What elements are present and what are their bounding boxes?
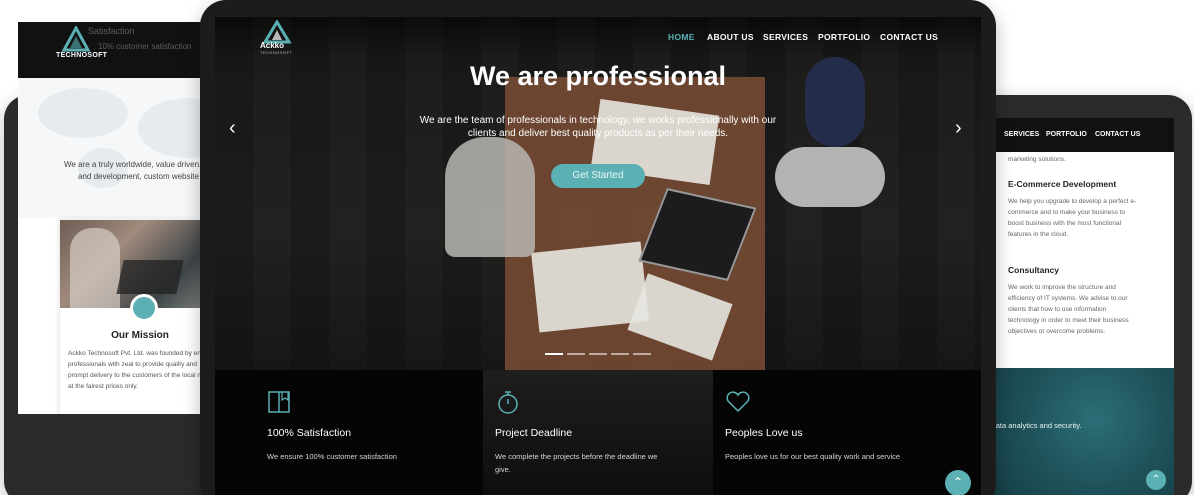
brand-name: Ackko — [260, 41, 285, 50]
service-title-consultancy: Consultancy — [1008, 265, 1060, 275]
hero-subtitle-line2: clients and deliver best quality product… — [467, 128, 729, 139]
chevron-up-icon: ⌃ — [1151, 474, 1161, 485]
nav-services[interactable]: SERVICES — [763, 32, 808, 42]
hero-title: We are professional — [469, 61, 727, 91]
carousel-dot[interactable] — [567, 353, 585, 355]
hero-subtitle-line1: We are the team of professionals in tech… — [419, 115, 777, 126]
right-navbar: US SERVICES PORTFOLIO CONTACT US — [978, 118, 1174, 152]
feature-text: We complete the projects before the dead… — [495, 452, 658, 474]
scroll-top-button[interactable]: ⌃ — [1146, 470, 1166, 490]
brand-sub: TECHNOSOFT — [56, 52, 108, 59]
carousel-indicators — [545, 353, 651, 355]
nav-services[interactable]: SERVICES — [1004, 131, 1039, 138]
carousel-dot[interactable] — [589, 353, 607, 355]
carousel-dot[interactable] — [545, 353, 563, 355]
nav-portfolio[interactable]: PORTFOLIO — [818, 32, 870, 42]
service-text-ecommerce: We help you upgrade to develop a perfect… — [1008, 198, 1137, 238]
feature-title: 100% Satisfaction — [267, 427, 352, 439]
feature-text: Peoples love us for our best quality wor… — [725, 452, 901, 461]
feature-title: Peoples Love us — [725, 427, 803, 439]
left-hero-title: Satisfaction — [88, 26, 135, 36]
nav-contact-us[interactable]: CONTACT US — [1095, 131, 1140, 138]
mission-badge-icon — [130, 294, 158, 322]
carousel-dot[interactable] — [633, 353, 651, 355]
main-navbar: Ackko TECHNOSOFT HOME ABOUT US SERVICES … — [215, 17, 981, 57]
nav-home[interactable]: HOME — [668, 32, 695, 42]
banner-text: ity data analytics and security. — [982, 421, 1082, 430]
feature-deadline: Project Deadline We complete the project… — [483, 370, 713, 495]
service-text-consultancy: We work to improve the structure and eff… — [1008, 284, 1129, 335]
nav-contact-us[interactable]: CONTACT US — [880, 32, 938, 42]
scroll-top-button[interactable]: ⌃ — [945, 470, 971, 495]
feature-title: Project Deadline — [495, 427, 573, 439]
book-icon — [268, 391, 290, 413]
mission-text: Ackko Technosoft Pvt. Ltd. was founded b… — [68, 350, 218, 390]
heart-icon — [726, 391, 750, 413]
nav-portfolio[interactable]: PORTFOLIO — [1046, 131, 1087, 138]
mission-card: Our Mission Ackko Technosoft Pvt. Ltd. w… — [60, 220, 220, 414]
nav-about-us[interactable]: ABOUT US — [707, 32, 754, 42]
intro-text-line2: and development, custom website o — [78, 172, 206, 181]
mission-title: Our Mission — [111, 330, 169, 341]
features-strip: 100% Satisfaction We ensure 100% custome… — [215, 370, 981, 495]
center-monitor-screen: Ackko TECHNOSOFT HOME ABOUT US SERVICES … — [215, 17, 981, 495]
stopwatch-icon — [498, 391, 518, 414]
chevron-up-icon: ⌃ — [952, 475, 964, 489]
teal-banner — [978, 368, 1174, 495]
chevron-left-icon[interactable]: ‹ — [229, 117, 236, 140]
brand-sub: TECHNOSOFT — [260, 50, 293, 55]
service-title-ecommerce: E-Commerce Development — [1008, 179, 1117, 189]
feature-satisfaction: 100% Satisfaction We ensure 100% custome… — [223, 370, 453, 495]
chevron-right-icon[interactable]: › — [955, 117, 962, 140]
left-hero-subtitle: 10% customer satisfaction — [98, 42, 192, 51]
right-top-text: marketing solutions. — [1008, 156, 1066, 163]
get-started-button[interactable]: Get Started — [551, 164, 645, 188]
feature-text: We ensure 100% customer satisfaction — [267, 452, 397, 461]
carousel-dot[interactable] — [611, 353, 629, 355]
right-tablet-screen: US SERVICES PORTFOLIO CONTACT US marketi… — [978, 118, 1174, 495]
feature-love: Peoples Love us Peoples love us for our … — [713, 370, 943, 495]
intro-text-line1: We are a truly worldwide, value driven, … — [64, 160, 223, 169]
